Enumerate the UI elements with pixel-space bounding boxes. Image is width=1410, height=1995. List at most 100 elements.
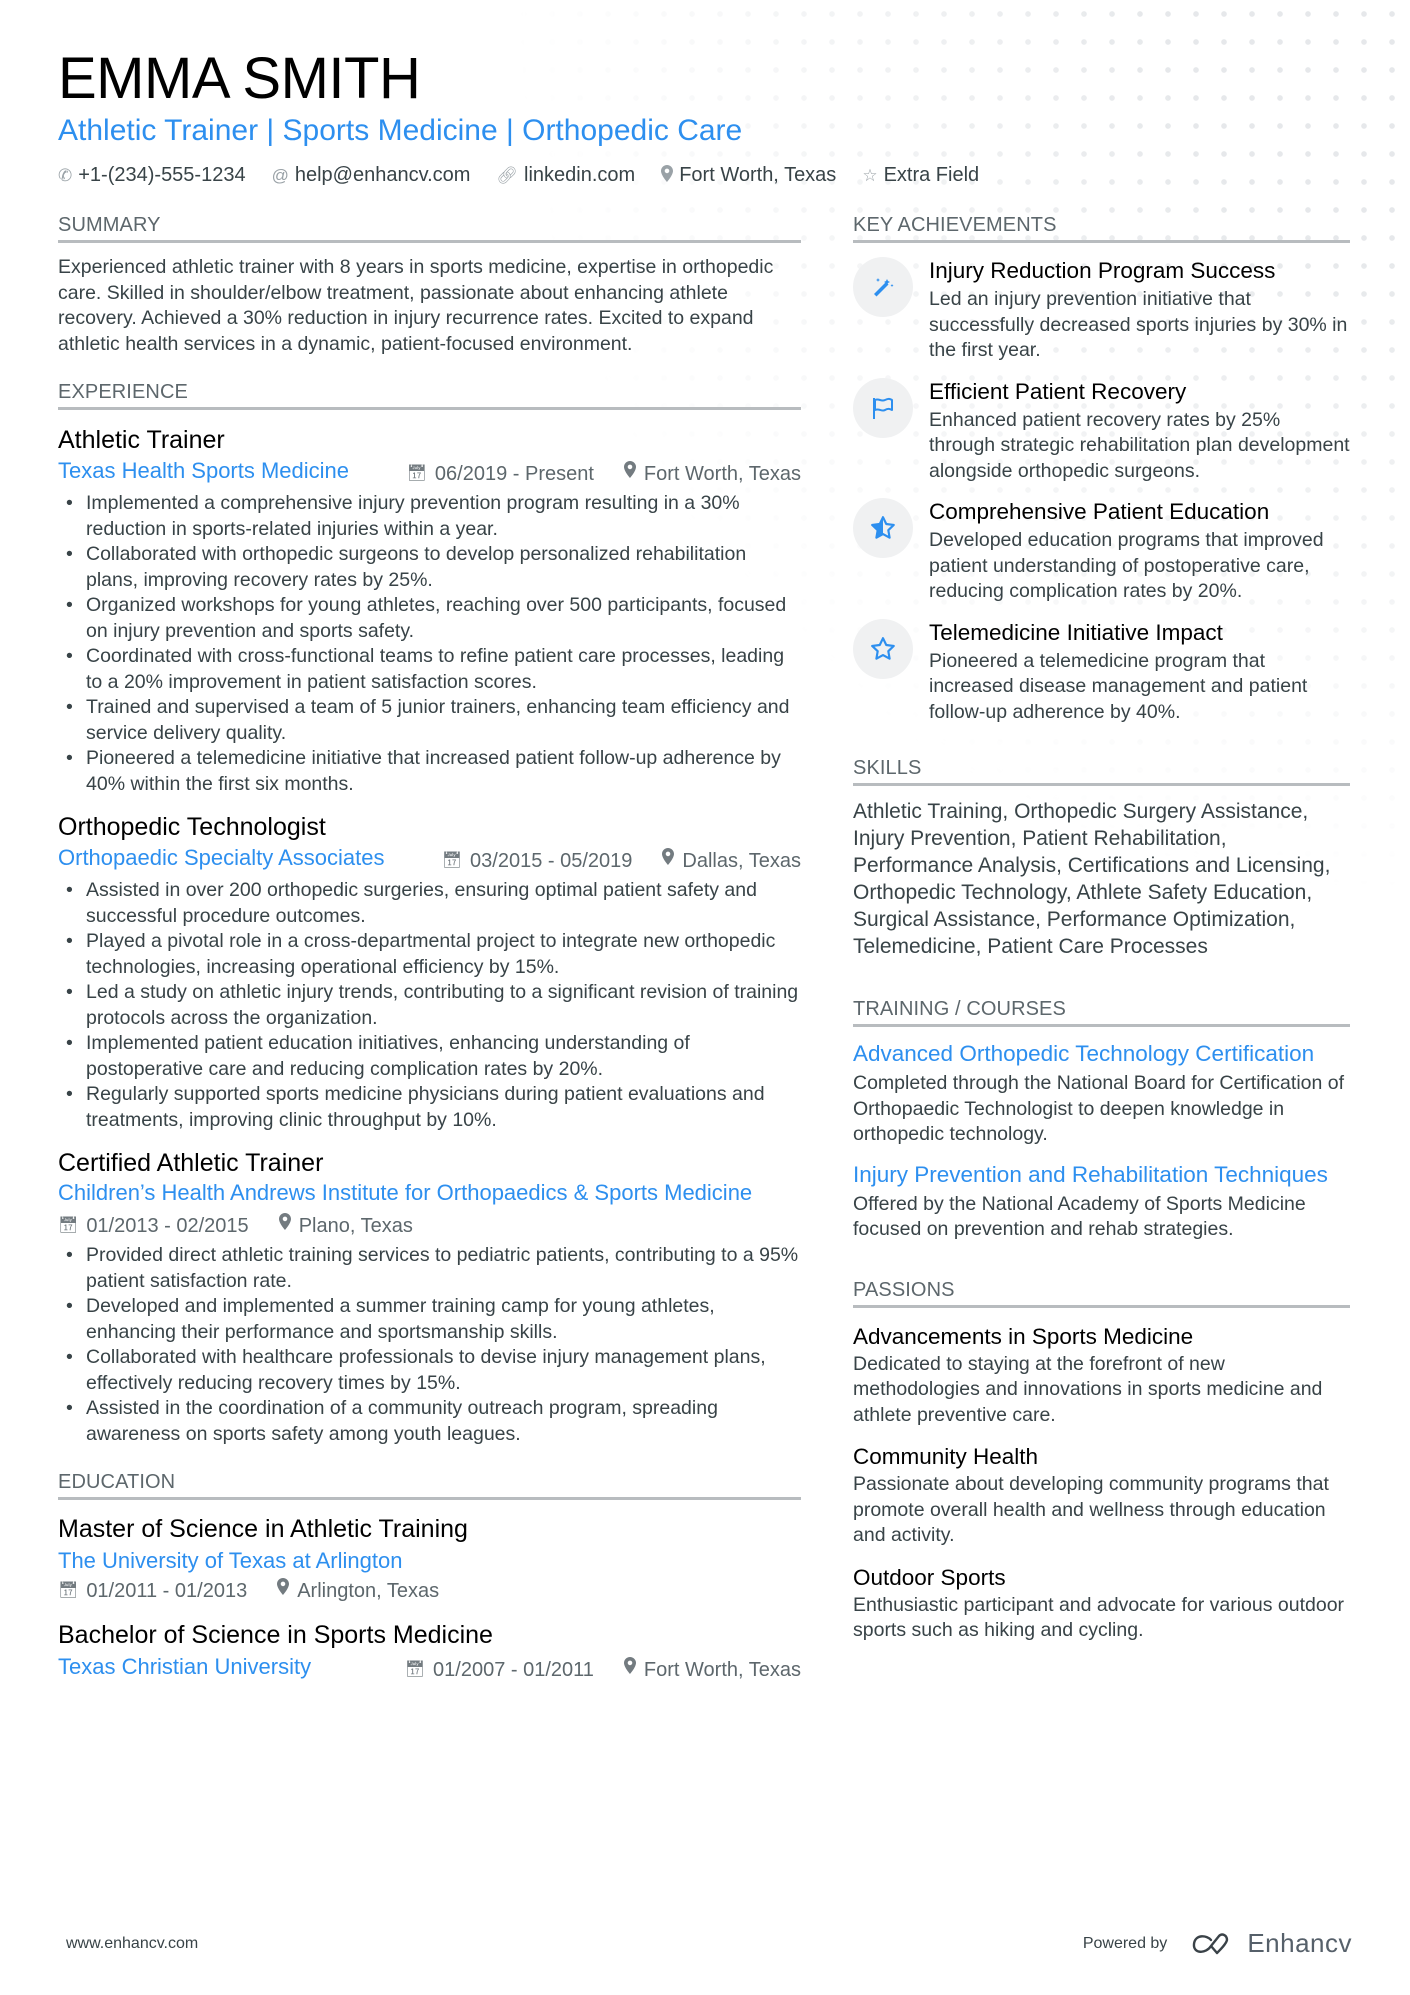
school-name[interactable]: The University of Texas at Arlington [58,1546,801,1576]
company-name[interactable]: Texas Health Sports Medicine [58,456,349,486]
training-heading: TRAINING / COURSES [853,996,1350,1027]
footer: www.enhancv.com Powered by Enhancv [66,1928,1352,1959]
contact-email[interactable]: @ help@enhancv.com [272,164,471,187]
job-bullet: Organized workshops for young athletes, … [58,593,801,644]
school-name[interactable]: Texas Christian University [58,1652,311,1682]
experience-entry: Athletic Trainer Texas Health Sports Med… [58,424,801,797]
experience-entry: Orthopedic Technologist Orthopaedic Spec… [58,811,801,1133]
skills-text: Athletic Training, Orthopedic Surgery As… [853,800,1331,958]
education-dates-text: 01/2011 - 01/2013 [86,1580,248,1602]
education-meta: Texas Christian University 📅︎ 01/2007 - … [58,1652,801,1685]
achievement-item: Efficient Patient Recovery Enhanced pati… [853,377,1350,485]
at-icon: @ [271,165,289,185]
job-dates: 📅︎ 03/2015 - 05/2019 [442,846,633,876]
magic-wand-icon [853,257,913,317]
enhancv-logo-icon [1193,1932,1229,1954]
passions-heading: PASSIONS [853,1277,1350,1308]
job-bullets: Assisted in over 200 orthopedic surgerie… [58,878,801,1133]
location-pin-icon [623,459,636,489]
contact-phone[interactable]: ✆ +1-(234)-555-1234 [58,164,246,187]
enhancv-brand-name: Enhancv [1247,1928,1352,1958]
job-bullet: Provided direct athletic training servic… [58,1243,801,1294]
job-dates-text: 03/2015 - 05/2019 [470,850,633,872]
job-bullet: Implemented patient education initiative… [58,1031,801,1082]
course-title[interactable]: Advanced Orthopedic Technology Certifica… [853,1039,1350,1068]
education-entry: Bachelor of Science in Sports Medicine T… [58,1618,801,1685]
job-location-text: Dallas, Texas [682,850,801,872]
training-section: TRAINING / COURSES Advanced Orthopedic T… [853,996,1350,1243]
experience-heading: EXPERIENCE [58,379,801,410]
star-half-icon [853,498,913,558]
job-bullet: Coordinated with cross-functional teams … [58,644,801,695]
job-dates: 📅︎ 06/2019 - Present [407,459,594,489]
passion-item: Advancements in Sports Medicine Dedicate… [853,1322,1350,1429]
passion-desc: Dedicated to staying at the forefront of… [853,1352,1323,1426]
contact-extra-text: Extra Field [883,164,980,186]
course-desc: Offered by the National Academy of Sport… [853,1192,1306,1241]
calendar-icon: 📅︎ [406,465,427,482]
achievement-desc: Developed education programs that improv… [929,529,1324,602]
link-icon: 🔗︎ [496,165,519,185]
summary-section: SUMMARY Experienced athletic trainer wit… [58,212,801,357]
job-location: Plano, Texas [278,1211,413,1241]
job-location: Dallas, Texas [662,846,801,876]
education-dates-text: 01/2007 - 01/2011 [433,1659,594,1681]
contact-location: Fort Worth, Texas [661,164,836,187]
company-name[interactable]: Orthopaedic Specialty Associates [58,843,385,873]
experience-section: EXPERIENCE Athletic Trainer Texas Health… [58,379,801,1447]
job-bullet: Regularly supported sports medicine phys… [58,1082,801,1133]
candidate-title: Athletic Trainer | Sports Medicine | Ort… [58,114,743,147]
phone-icon: ✆ [58,165,73,185]
resume-header: EMMA SMITH Athletic Trainer | Sports Med… [58,46,1352,187]
achievement-desc: Pioneered a telemedicine program that in… [929,649,1308,723]
job-meta: 📅︎ 01/2013 - 02/2015 Plano, Texas [58,1211,801,1241]
calendar-icon: 📅︎ [441,852,463,869]
calendar-icon: 📅︎ [404,1661,426,1678]
right-column: KEY ACHIEVEMENTS Injury Reduction Progra… [853,212,1350,1666]
flag-icon [853,377,913,438]
footer-website-link[interactable]: www.enhancv.com [66,1935,198,1953]
job-bullet: Pioneered a telemedicine initiative that… [58,746,801,797]
job-bullet: Led a study on athletic injury trends, c… [58,980,801,1031]
powered-by-label: Powered by [1082,1934,1168,1952]
job-bullet: Implemented a comprehensive injury preve… [58,491,801,542]
job-bullets: Provided direct athletic training servic… [58,1243,801,1447]
job-bullet: Developed and implemented a summer train… [58,1294,801,1345]
job-bullet: Trained and supervised a team of 5 junio… [58,695,801,746]
course-item: Injury Prevention and Rehabilitation Tec… [853,1160,1350,1243]
achievement-title: Efficient Patient Recovery [929,378,1187,404]
job-bullets: Implemented a comprehensive injury preve… [58,491,801,797]
job-location-text: Fort Worth, Texas [643,463,801,485]
job-dates-text: 06/2019 - Present [434,463,594,485]
calendar-icon: 📅︎ [58,1217,79,1234]
education-section: EDUCATION Master of Science in Athletic … [58,1469,801,1685]
education-location: Arlington, Texas [277,1576,439,1606]
job-location: Fort Worth, Texas [623,459,801,489]
education-location-text: Arlington, Texas [297,1580,440,1602]
job-bullet: Collaborated with orthopedic surgeons to… [58,542,801,593]
passion-title: Outdoor Sports [853,1564,1006,1590]
contact-email-text: help@enhancv.com [294,164,471,186]
degree-title: Master of Science in Athletic Training [58,1515,468,1543]
education-location: Fort Worth, Texas [623,1655,801,1685]
left-column: SUMMARY Experienced athletic trainer wit… [58,212,801,1707]
job-meta: Texas Health Sports Medicine 📅︎ 06/2019 … [58,456,801,489]
enhancv-logo[interactable]: Enhancv [1191,1928,1352,1959]
job-bullet: Assisted in the coordination of a commun… [58,1396,801,1447]
skills-heading: SKILLS [853,755,1350,786]
job-title: Orthopedic Technologist [58,813,326,841]
calendar-icon: 📅︎ [58,1582,79,1599]
passion-desc: Passionate about developing community pr… [853,1473,1329,1546]
star-outline-icon [853,618,913,679]
job-meta: Orthopaedic Specialty Associates 📅︎ 03/2… [58,843,801,876]
achievement-desc: Led an injury prevention initiative that… [929,288,1348,361]
course-title[interactable]: Injury Prevention and Rehabilitation Tec… [853,1160,1350,1189]
contact-linkedin[interactable]: 🔗︎ linkedin.com [496,164,635,187]
achievements-section: KEY ACHIEVEMENTS Injury Reduction Progra… [853,212,1350,725]
company-name[interactable]: Children’s Health Andrews Institute for … [58,1179,801,1207]
summary-text: Experienced athletic trainer with 8 year… [58,256,774,355]
summary-heading: SUMMARY [58,212,801,243]
powered-by: Powered by Enhancv [1083,1928,1352,1959]
contact-location-text: Fort Worth, Texas [679,164,837,186]
job-title: Athletic Trainer [58,426,225,454]
